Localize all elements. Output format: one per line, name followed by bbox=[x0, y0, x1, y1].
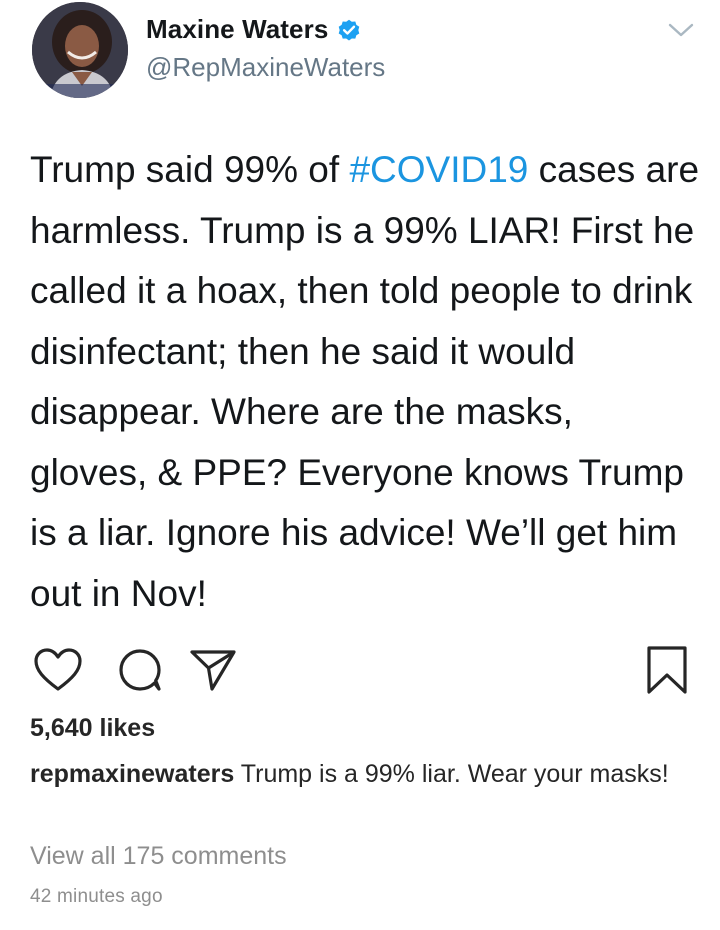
view-comments-link[interactable]: View all 175 comments bbox=[30, 842, 287, 871]
chevron-down-icon[interactable] bbox=[666, 18, 696, 42]
share-icon[interactable] bbox=[188, 648, 238, 692]
timestamp: 42 minutes ago bbox=[30, 886, 163, 907]
tweet-text: Trump said 99% of #COVID19 cases are har… bbox=[30, 140, 700, 624]
avatar-photo-icon bbox=[32, 2, 128, 98]
tweet-text-after: cases are harmless. Trump is a 99% LIAR!… bbox=[30, 149, 700, 614]
tweet-text-before: Trump said 99% of bbox=[30, 149, 350, 190]
save-icon[interactable] bbox=[642, 644, 692, 696]
comment-icon[interactable] bbox=[116, 646, 164, 694]
caption-username[interactable]: repmaxinewaters bbox=[30, 760, 234, 788]
hashtag-link[interactable]: #COVID19 bbox=[349, 149, 528, 190]
handle[interactable]: @RepMaxineWaters bbox=[146, 52, 385, 83]
tweet-header: Maxine Waters @RepMaxineWaters bbox=[0, 0, 720, 120]
action-bar bbox=[0, 640, 720, 700]
likes-count[interactable]: 5,640 likes bbox=[30, 714, 155, 743]
display-name[interactable]: Maxine Waters bbox=[146, 14, 328, 45]
heart-icon[interactable] bbox=[33, 646, 83, 694]
caption: repmaxinewaters Trump is a 99% liar. Wea… bbox=[30, 756, 670, 792]
avatar[interactable] bbox=[32, 2, 128, 98]
verified-badge-icon bbox=[339, 19, 360, 41]
caption-text: Trump is a 99% liar. Wear your masks! bbox=[234, 760, 669, 788]
name-row: Maxine Waters bbox=[146, 14, 362, 45]
